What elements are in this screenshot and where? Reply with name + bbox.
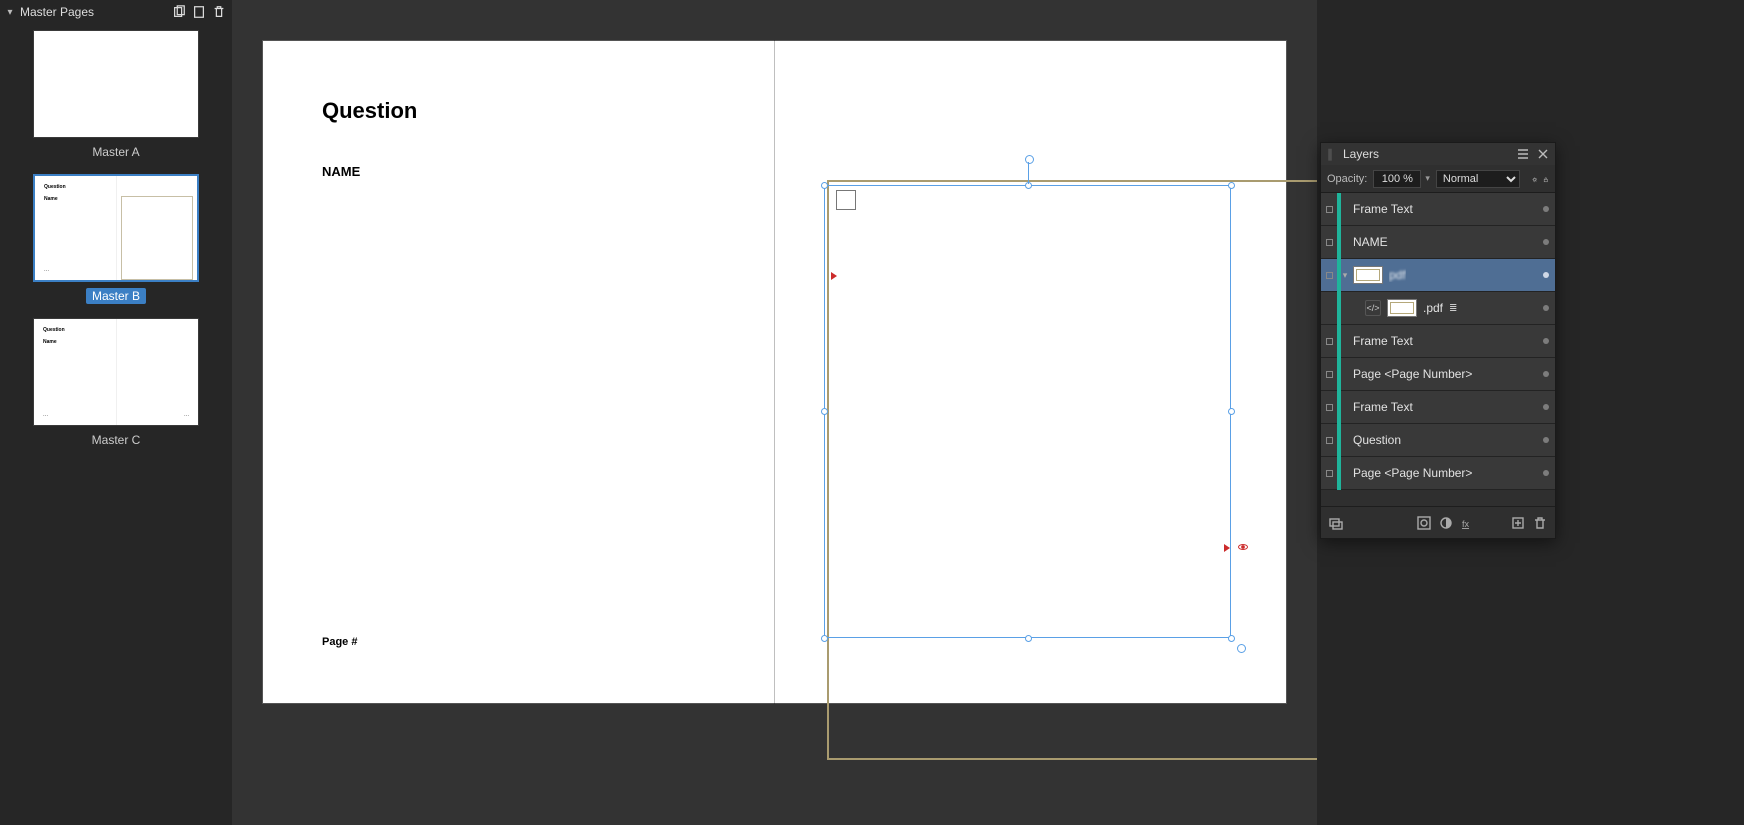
- layers-footer: fx: [1321, 506, 1555, 538]
- layer-target-icon[interactable]: [1543, 437, 1549, 443]
- master-thumb-a-preview: [33, 30, 199, 138]
- layers-header[interactable]: ∥ Layers: [1321, 143, 1555, 165]
- delete-layer-icon[interactable]: [1533, 516, 1547, 530]
- layer-name: Frame Text: [1353, 334, 1413, 348]
- page-spread[interactable]: Question NAME Page #: [262, 40, 1287, 704]
- visibility-toggle-icon[interactable]: [1326, 371, 1333, 378]
- layer-color-strip: [1337, 424, 1341, 457]
- page-heading: Question: [322, 98, 417, 124]
- layer-color-strip: [1337, 358, 1341, 391]
- layer-row-question[interactable]: Question: [1321, 424, 1555, 457]
- layer-target-icon[interactable]: [1543, 404, 1549, 410]
- layer-row-name[interactable]: NAME: [1321, 226, 1555, 259]
- blend-mode-select[interactable]: Normal: [1436, 170, 1520, 188]
- panel-grip-icon[interactable]: ∥: [1327, 147, 1337, 161]
- linked-icon: ≣: [1449, 303, 1457, 314]
- layer-color-strip: [1337, 325, 1341, 358]
- duplicate-master-icon[interactable]: [172, 5, 186, 19]
- opacity-stepper-icon[interactable]: ▾: [1425, 173, 1430, 184]
- layer-row-frame-text-2[interactable]: Frame Text: [1321, 325, 1555, 358]
- opacity-input[interactable]: [1373, 170, 1421, 188]
- embedded-document-icon: </>: [1365, 300, 1381, 316]
- adjustment-icon[interactable]: [1439, 516, 1453, 530]
- layer-name: .pdf: [1423, 301, 1443, 315]
- panel-close-icon[interactable]: [1537, 148, 1549, 160]
- master-pages-header: ▾ Master Pages: [0, 0, 232, 24]
- layer-target-icon[interactable]: [1543, 305, 1549, 311]
- spread-spine: [774, 40, 775, 704]
- visibility-toggle-icon[interactable]: [1326, 272, 1333, 279]
- layer-color-strip: [1337, 391, 1341, 424]
- fx-icon[interactable]: fx: [1461, 516, 1475, 530]
- layer-row-page-number-2[interactable]: Page <Page Number>: [1321, 457, 1555, 490]
- layer-lock-icon[interactable]: [1543, 172, 1549, 186]
- layer-row-frame-text-1[interactable]: Frame Text: [1321, 193, 1555, 226]
- layer-color-strip: [1337, 292, 1341, 325]
- master-thumb-a-label: Master A: [86, 144, 145, 160]
- visibility-toggle-icon[interactable]: [1326, 239, 1333, 246]
- master-thumb-b-label: Master B: [86, 288, 146, 304]
- layer-name: Page <Page Number>: [1353, 367, 1472, 381]
- visibility-toggle-icon[interactable]: [1326, 206, 1333, 213]
- master-pages-list: Master A Question Name ··· Master B Ques…: [0, 24, 232, 448]
- new-layer-icon[interactable]: [1511, 516, 1525, 530]
- visibility-toggle-icon[interactable]: [1326, 470, 1333, 477]
- layer-target-icon[interactable]: [1543, 206, 1549, 212]
- layer-thumbnail: [1353, 266, 1383, 284]
- layer-name: pdf: [1389, 268, 1406, 282]
- layer-name: Frame Text: [1353, 400, 1413, 414]
- master-thumb-b-preview: Question Name ···: [33, 174, 199, 282]
- master-pages-title: Master Pages: [20, 5, 172, 19]
- opacity-label: Opacity:: [1327, 173, 1367, 185]
- page-number-left: Page #: [322, 636, 357, 648]
- layer-row-picture-frame[interactable]: ▾ pdf: [1321, 259, 1555, 292]
- canvas[interactable]: Question NAME Page #: [232, 0, 1317, 825]
- visibility-toggle-icon[interactable]: [1326, 338, 1333, 345]
- selection-rotation-line: [1028, 162, 1029, 184]
- layer-name: NAME: [1353, 235, 1388, 249]
- master-thumb-c-label: Master C: [86, 432, 147, 448]
- layers-title: Layers: [1343, 147, 1517, 161]
- layer-color-strip: [1337, 226, 1341, 259]
- layers-panel[interactable]: ∥ Layers Opacity: ▾ Normal Frame Text: [1320, 142, 1556, 539]
- new-master-icon[interactable]: [192, 5, 206, 19]
- mask-icon[interactable]: [1417, 516, 1431, 530]
- layer-row-pdf-embed[interactable]: </> .pdf ≣: [1321, 292, 1555, 325]
- picture-frame-marker: [836, 190, 856, 210]
- layer-settings-icon[interactable]: [1532, 172, 1538, 186]
- master-thumb-c[interactable]: Question Name ··· ··· Master C: [0, 318, 232, 448]
- layers-list: Frame Text NAME ▾ pdf </>: [1321, 193, 1555, 490]
- expand-icon[interactable]: ▾: [1341, 270, 1349, 281]
- layer-color-strip: [1337, 457, 1341, 490]
- layer-name: Page <Page Number>: [1353, 466, 1472, 480]
- layer-name: Frame Text: [1353, 202, 1413, 216]
- visibility-toggle-icon[interactable]: [1326, 404, 1333, 411]
- panel-menu-icon[interactable]: [1517, 148, 1529, 160]
- layers-options-bar: Opacity: ▾ Normal: [1321, 165, 1555, 193]
- visibility-toggle-icon[interactable]: [1326, 437, 1333, 444]
- page-name-label: NAME: [322, 164, 360, 179]
- layer-color-strip: [1337, 193, 1341, 226]
- layer-row-frame-text-3[interactable]: Frame Text: [1321, 391, 1555, 424]
- master-thumb-b[interactable]: Question Name ··· Master B: [0, 174, 232, 304]
- master-thumb-c-preview: Question Name ··· ···: [33, 318, 199, 426]
- layer-thumbnail: [1387, 299, 1417, 317]
- svg-text:fx: fx: [1462, 519, 1470, 529]
- layer-name: Question: [1353, 433, 1401, 447]
- layer-target-icon[interactable]: [1543, 272, 1549, 278]
- layer-target-icon[interactable]: [1543, 371, 1549, 377]
- collapse-chevron-icon[interactable]: ▾: [4, 7, 16, 18]
- master-pages-panel: ▾ Master Pages Master A Question Name: [0, 0, 232, 825]
- master-thumb-a[interactable]: Master A: [0, 30, 232, 160]
- merge-layers-icon[interactable]: [1329, 516, 1343, 530]
- layer-row-page-number-1[interactable]: Page <Page Number>: [1321, 358, 1555, 391]
- picture-frame[interactable]: [827, 180, 1317, 760]
- layer-target-icon[interactable]: [1543, 338, 1549, 344]
- layer-target-icon[interactable]: [1543, 470, 1549, 476]
- layer-target-icon[interactable]: [1543, 239, 1549, 245]
- delete-master-icon[interactable]: [212, 5, 226, 19]
